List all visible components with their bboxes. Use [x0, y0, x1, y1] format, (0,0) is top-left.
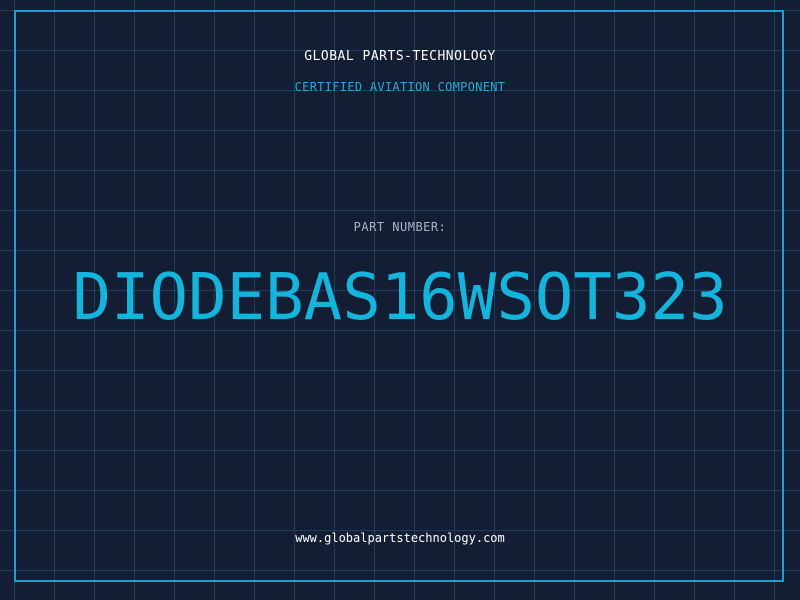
- part-number-label: PART NUMBER:: [353, 220, 447, 234]
- company-name: GLOBAL PARTS-TECHNOLOGY: [304, 49, 496, 64]
- website-link[interactable]: www.globalpartstechnology.com: [0, 531, 800, 545]
- certificate-subtitle: CERTIFIED AVIATION COMPONENT: [294, 80, 506, 94]
- part-number-value: DIODEBAS16WSOT323: [72, 261, 728, 335]
